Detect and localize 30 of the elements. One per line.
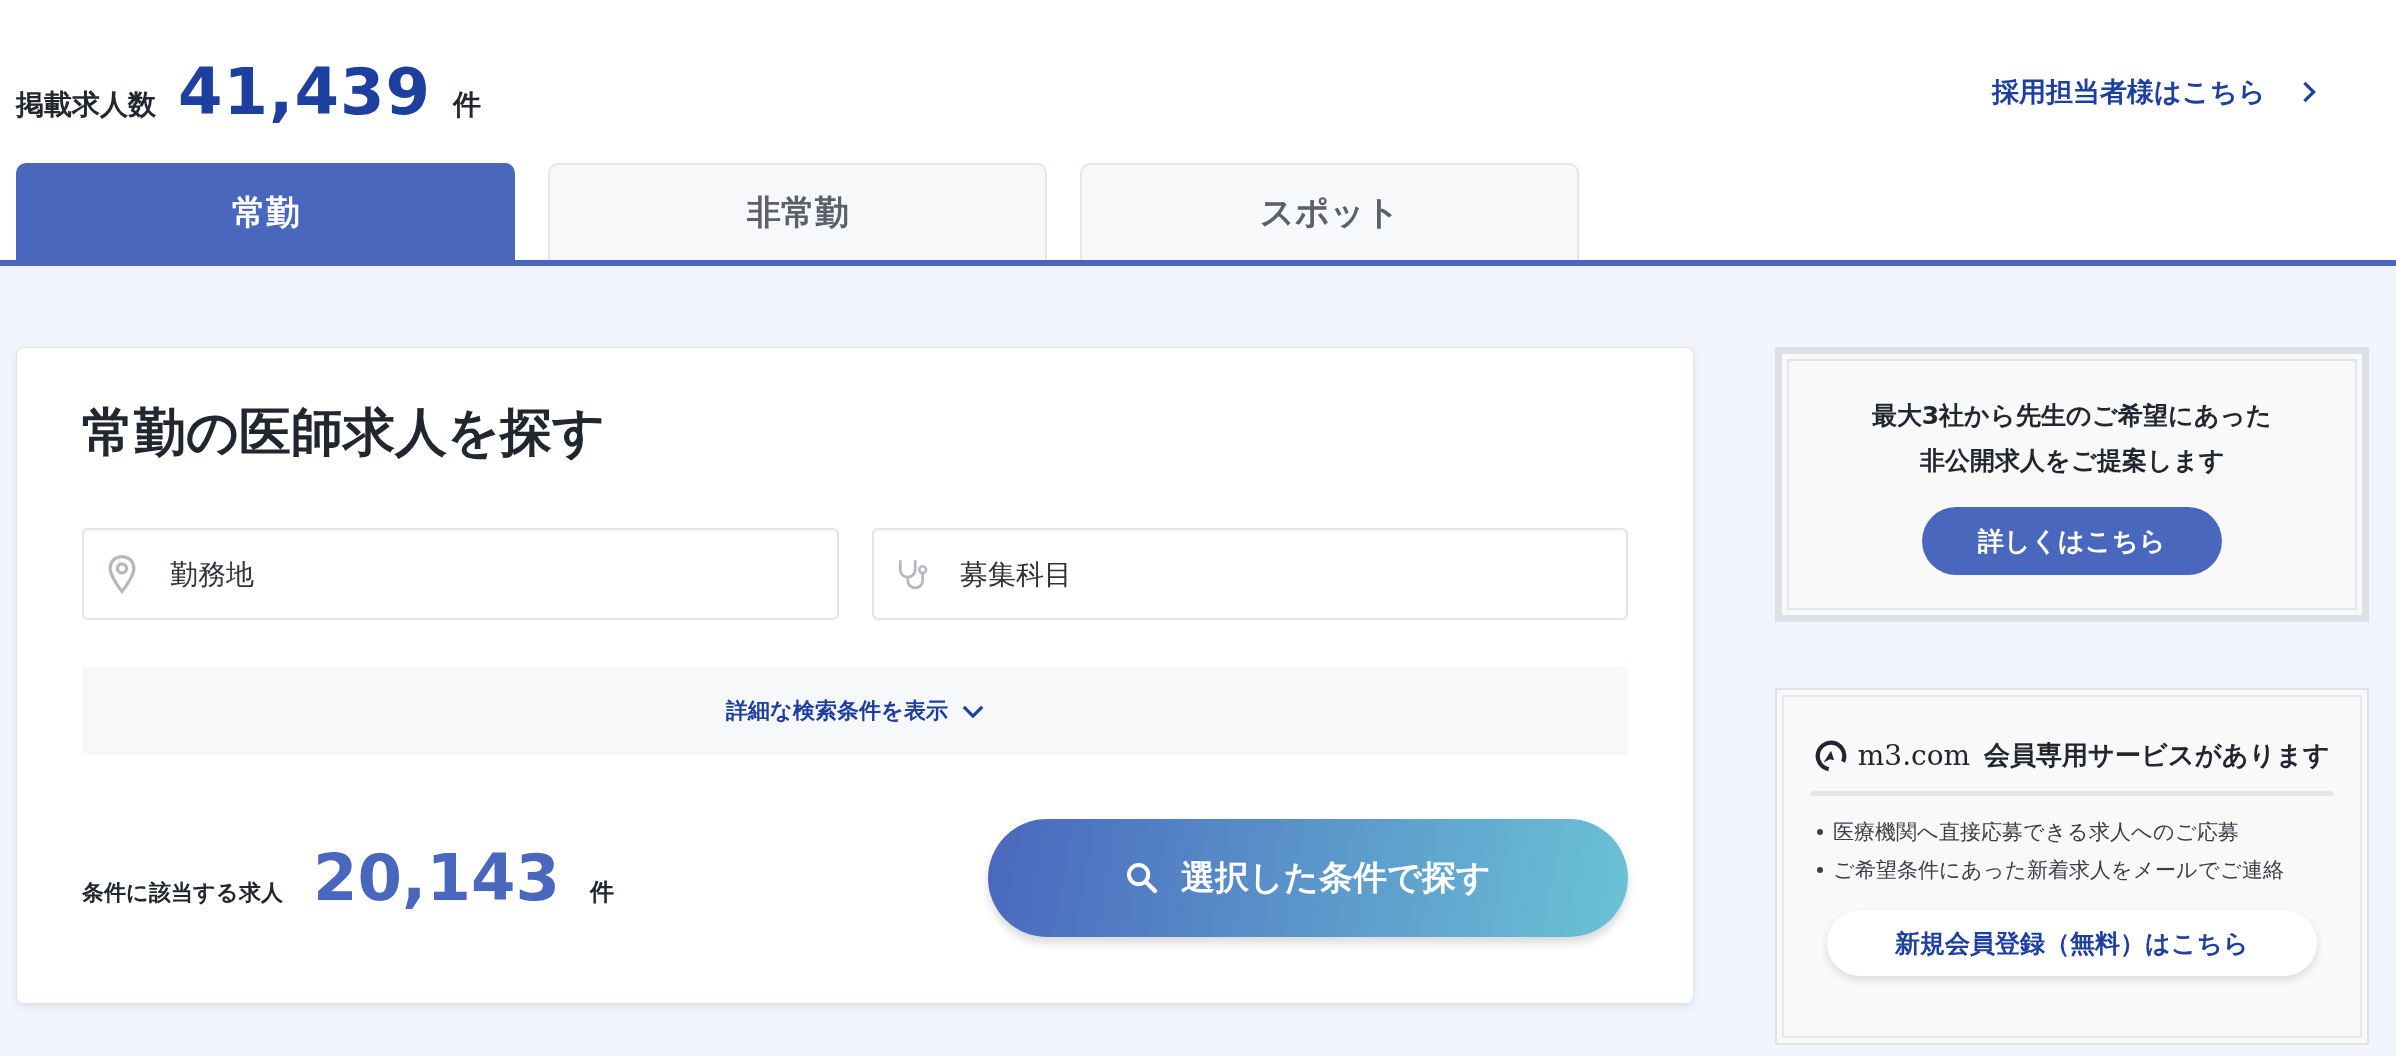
location-field[interactable]: 勤務地 xyxy=(82,528,839,620)
detail-toggle[interactable]: 詳細な検索条件を表示 xyxy=(82,667,1628,755)
chevron-down-icon xyxy=(962,704,984,718)
details-button[interactable]: 詳しくはこちら xyxy=(1922,507,2222,575)
search-button[interactable]: 選択した条件で探す xyxy=(988,819,1628,937)
member-title: 会員専用サービスがあります xyxy=(1984,739,2331,772)
result-label: 条件に該当する求人 xyxy=(82,879,283,907)
count-unit: 件 xyxy=(452,86,481,123)
search-icon xyxy=(1125,861,1159,895)
specialty-field[interactable]: 募集科目 xyxy=(871,528,1628,620)
listing-count-label: 掲載求人数 xyxy=(16,86,156,123)
count-unit: 件 xyxy=(589,877,614,908)
result-count: 20,143 xyxy=(313,841,560,915)
employer-link[interactable]: 採用担当者様はこちら xyxy=(1992,73,2316,110)
bullet-icon xyxy=(1817,867,1823,873)
tab[interactable]: 非常勤 xyxy=(548,163,1047,260)
benefit-text: 医療機関へ直接応募できる求人へのご応募 xyxy=(1833,819,2239,846)
proposal-text: 最大3社から先生のご希望にあった xyxy=(1871,400,2273,432)
chevron-right-icon xyxy=(2302,80,2316,103)
bullet-icon xyxy=(1817,829,1823,835)
logo-text: m3.com xyxy=(1857,739,1971,772)
search-title: 常勤の医師求人を探す xyxy=(82,401,606,464)
benefit-text: ご希望条件にあった新着求人をメールでご連絡 xyxy=(1833,857,2284,884)
location-pin-icon xyxy=(106,554,138,594)
proposal-text: 非公開求人をご提案します xyxy=(1919,445,2225,477)
tab[interactable]: 常勤 xyxy=(16,163,515,260)
logo-icon xyxy=(1813,738,1848,773)
tab[interactable]: スポット xyxy=(1080,163,1579,260)
listing-count: 41,439 xyxy=(178,54,431,129)
register-button[interactable]: 新規会員登録（無料）はこちら xyxy=(1827,910,2317,976)
